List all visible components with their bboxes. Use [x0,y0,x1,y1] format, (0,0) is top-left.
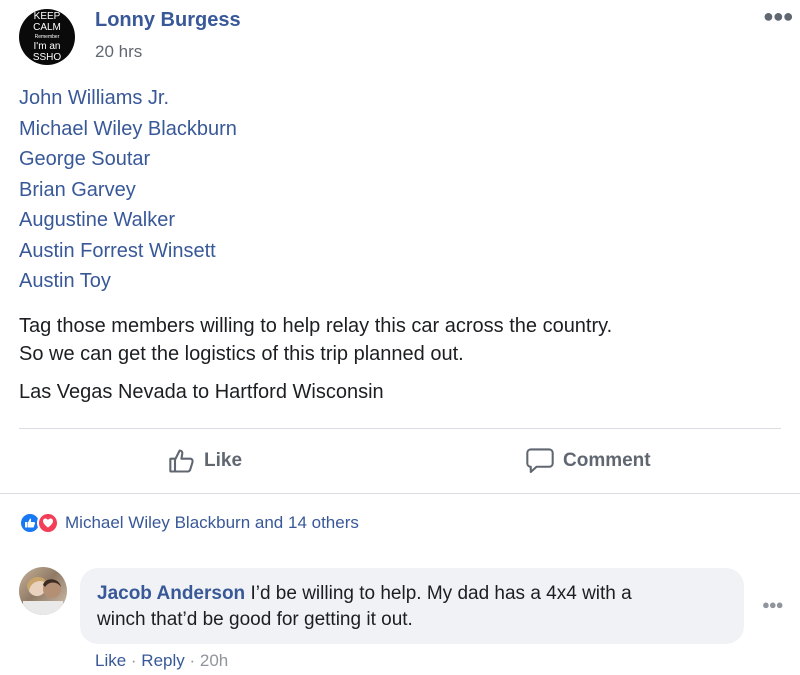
like-button[interactable]: Like [168,447,242,475]
reactions-text[interactable]: Michael Wiley Blackburn and 14 others [65,513,359,533]
post-body-line: Tag those members willing to help relay … [19,315,613,337]
avatar-text-4: I'm an [33,41,61,52]
comment-options-icon[interactable]: ●●● [762,597,784,612]
tagged-name[interactable]: Austin Toy [19,269,111,293]
comment-line: Jacob Anderson I’d be willing to help. M… [97,581,727,607]
comment-button[interactable]: Comment [525,447,651,475]
comment-line: winch that’d be good for getting it out. [97,609,413,630]
love-reaction-icon [37,512,59,534]
tagged-name[interactable]: John Williams Jr. [19,86,169,110]
tagged-name[interactable]: George Soutar [19,147,150,171]
separator: · [126,651,142,670]
more-options-icon[interactable]: ●●● [763,6,794,27]
divider [19,428,781,429]
divider [0,493,800,494]
tagged-name[interactable]: Austin Forrest Winsett [19,239,216,263]
tagged-name[interactable]: Augustine Walker [19,208,175,232]
avatar-text-1: KEEP [33,11,61,22]
tagged-name[interactable]: Brian Garvey [19,178,136,202]
post-body-line: So we can get the logistics of this trip… [19,343,464,365]
like-button-label: Like [204,450,243,471]
author-avatar[interactable]: KEEP CALM Remember I'm an SSHO [19,9,75,65]
commenter-name[interactable]: Jacob Anderson [97,583,245,604]
comment-text: I’d be willing to help. My dad has a 4x4… [245,583,632,604]
post-body-line: Las Vegas Nevada to Hartford Wisconsin [19,381,384,403]
comment-button-label: Comment [563,450,651,471]
commenter-avatar[interactable] [19,567,67,615]
comment-reply-link[interactable]: Reply [141,651,184,670]
comment-timestamp[interactable]: 20h [200,651,228,670]
avatar-text-3: Remember [34,34,60,40]
avatar-text-2: CALM [33,22,61,33]
post-timestamp[interactable]: 20 hrs [95,42,142,62]
comment-like-link[interactable]: Like [95,651,126,670]
tagged-name[interactable]: Michael Wiley Blackburn [19,117,237,141]
post-author-name[interactable]: Lonny Burgess [95,9,241,32]
separator: · [184,651,200,670]
avatar-text-5: SSHO [32,52,62,63]
thumbs-up-icon [169,449,194,473]
comment-bubble-icon [526,448,554,473]
comment-bubble: Jacob Anderson I’d be willing to help. M… [80,568,744,644]
reactions-summary[interactable]: Michael Wiley Blackburn and 14 others [19,512,359,534]
comment-actions: Like · Reply · 20h [95,651,228,671]
